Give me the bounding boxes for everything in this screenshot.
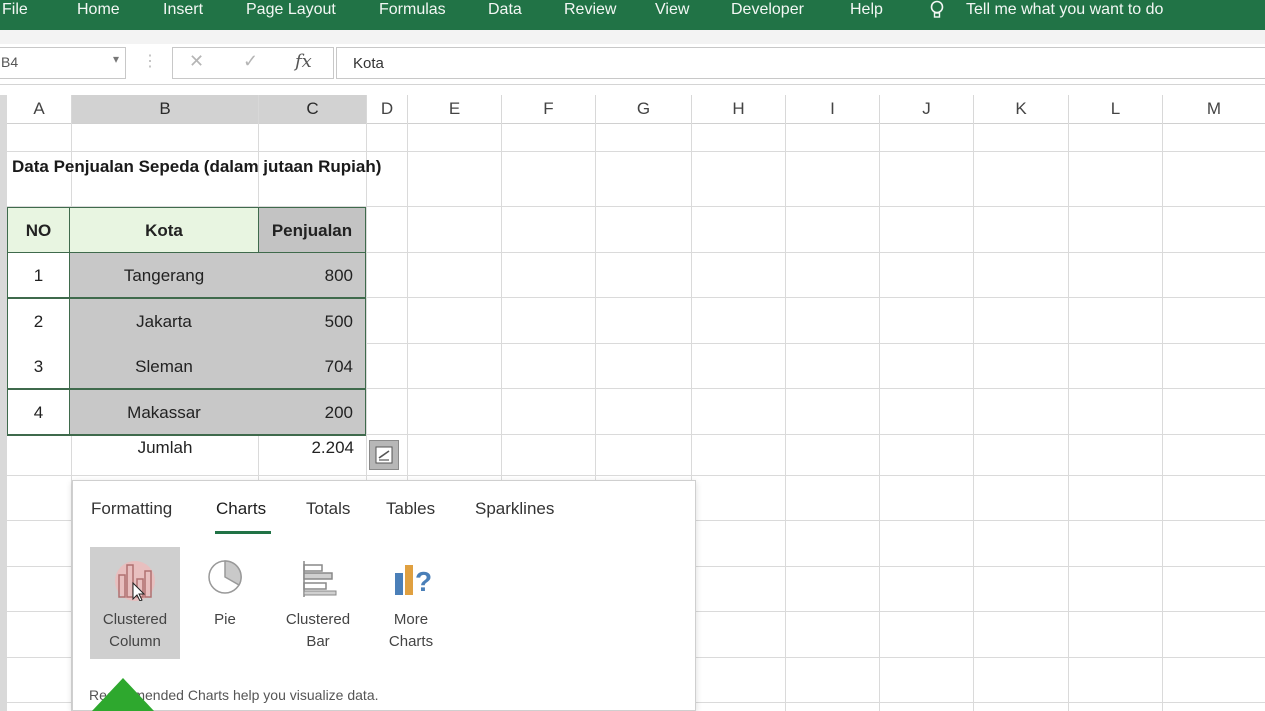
formula-bar: B4 ▾ ⋮ ✕ ✓ fx Kota (0, 44, 1265, 85)
formula-input[interactable]: Kota (336, 47, 1265, 79)
formula-buttons: ✕ ✓ fx (172, 47, 334, 79)
qa-tab-totals[interactable]: Totals (306, 499, 350, 519)
splitter-icon[interactable]: ⋮ (142, 51, 158, 71)
column-header-j[interactable]: J (880, 95, 974, 123)
ribbon-strip (0, 30, 1265, 44)
qa-item-label: Clustered Bar (285, 611, 351, 650)
active-tab-indicator (215, 531, 271, 534)
cell-penjualan[interactable]: 704 (258, 344, 366, 389)
cell-kota[interactable]: Tangerang (70, 253, 258, 298)
lightbulb-icon[interactable] (928, 0, 946, 20)
column-header-f[interactable]: F (502, 95, 596, 123)
qa-tab-charts[interactable]: Charts (216, 499, 266, 519)
quick-analysis-button[interactable] (369, 440, 399, 470)
tab-data[interactable]: Data (488, 0, 522, 22)
tab-file[interactable]: File (2, 0, 28, 22)
total-value[interactable]: 2.204 (258, 438, 366, 458)
cell-no[interactable]: 4 (7, 390, 70, 435)
sales-table: NO Kota Penjualan 1 Tangerang 800 2 Jaka… (7, 207, 366, 436)
qa-clustered-column-button[interactable]: Clustered Column (90, 547, 180, 659)
cell-no[interactable]: 2 (7, 299, 70, 344)
tab-review[interactable]: Review (564, 0, 616, 22)
row-header-strip (0, 95, 7, 711)
name-box[interactable]: B4 ▾ (0, 47, 126, 79)
qa-item-label: Clustered Column (102, 611, 168, 650)
header-no[interactable]: NO (7, 207, 70, 253)
tell-me-search[interactable]: Tell me what you want to do (966, 0, 1163, 22)
ribbon-tab-bar: File Home Insert Page Layout Formulas Da… (0, 0, 1265, 30)
qa-tab-sparklines[interactable]: Sparklines (475, 499, 554, 519)
column-headers: A B C D E F G H I J K L M (0, 95, 1265, 124)
column-header-l[interactable]: L (1069, 95, 1163, 123)
tab-insert[interactable]: Insert (163, 0, 203, 22)
quick-analysis-icon (375, 446, 393, 464)
cell-kota[interactable]: Makassar (70, 390, 258, 435)
column-header-d[interactable]: D (367, 95, 408, 123)
qa-item-label: More Charts (388, 611, 434, 650)
sheet-title[interactable]: Data Penjualan Sepeda (dalam jutaan Rupi… (12, 157, 381, 177)
more-charts-icon: ? (395, 565, 432, 597)
cell-penjualan[interactable]: 500 (258, 299, 366, 344)
clustered-column-icon (115, 561, 155, 601)
tab-developer[interactable]: Developer (731, 0, 804, 22)
formula-value: Kota (353, 55, 384, 72)
tab-formulas[interactable]: Formulas (379, 0, 446, 22)
qa-more-charts-button[interactable]: ? More Charts (366, 547, 456, 659)
column-header-b[interactable]: B (72, 95, 259, 123)
qa-tab-tables[interactable]: Tables (386, 499, 435, 519)
cell-no[interactable]: 1 (7, 253, 70, 298)
column-header-i[interactable]: I (786, 95, 880, 123)
column-header-k[interactable]: K (974, 95, 1069, 123)
quick-analysis-panel: Formatting Charts Totals Tables Sparklin… (72, 480, 696, 711)
qa-clustered-bar-button[interactable]: Clustered Bar (273, 547, 363, 659)
column-header-e[interactable]: E (408, 95, 502, 123)
tab-page-layout[interactable]: Page Layout (246, 0, 336, 22)
column-header-c[interactable]: C (259, 95, 367, 123)
column-header-a[interactable]: A (7, 95, 72, 123)
enter-icon[interactable]: ✓ (243, 51, 258, 72)
column-header-h[interactable]: H (692, 95, 786, 123)
header-kota[interactable]: Kota (70, 207, 258, 253)
name-box-value: B4 (1, 54, 19, 70)
clustered-bar-icon (303, 561, 337, 597)
svg-text:?: ? (415, 566, 432, 597)
column-header-g[interactable]: G (596, 95, 692, 123)
total-label[interactable]: Jumlah (72, 438, 258, 458)
tab-help[interactable]: Help (850, 0, 883, 22)
chevron-down-icon[interactable]: ▾ (113, 52, 119, 66)
tab-home[interactable]: Home (77, 0, 120, 22)
column-header-m[interactable]: M (1163, 95, 1265, 123)
qa-tab-formatting[interactable]: Formatting (91, 499, 172, 519)
pie-icon (208, 560, 242, 594)
qa-item-label: Pie (214, 611, 236, 628)
tab-view[interactable]: View (655, 0, 689, 22)
header-penjualan[interactable]: Penjualan (258, 207, 366, 253)
cell-kota[interactable]: Jakarta (70, 299, 258, 344)
cell-no[interactable]: 3 (7, 344, 70, 389)
cell-penjualan[interactable]: 200 (258, 390, 366, 435)
qa-pie-button[interactable]: Pie (180, 547, 270, 659)
annotation-arrow-icon (92, 678, 154, 711)
insert-function-icon[interactable]: fx (295, 51, 312, 72)
cell-penjualan[interactable]: 800 (258, 253, 366, 298)
cancel-icon[interactable]: ✕ (189, 51, 204, 72)
cell-kota[interactable]: Sleman (70, 344, 258, 389)
